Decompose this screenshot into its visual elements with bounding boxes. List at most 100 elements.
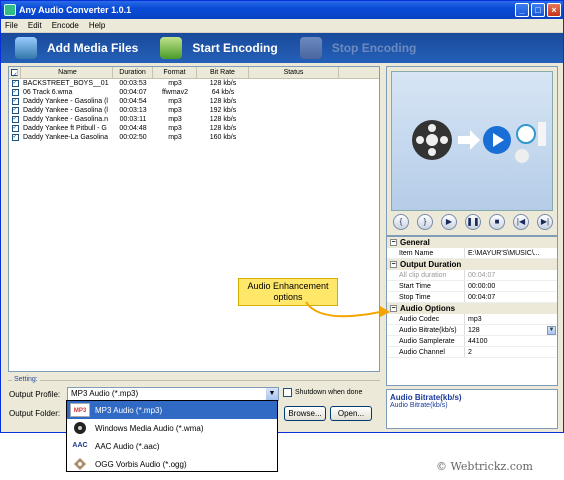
table-row[interactable]: ✓ Daddy Yankee - Gasolina (l 00:04:54 mp3 12… bbox=[9, 97, 379, 106]
aac-icon: AAC bbox=[72, 442, 88, 449]
profile-option-mp3[interactable]: MP3 MP3 Audio (*.mp3) bbox=[67, 401, 277, 419]
prop-bitrate-cell[interactable]: 128 ▼ bbox=[465, 325, 557, 335]
prop-audio-bitrate[interactable]: Audio Bitrate(kb/s) 128 ▼ bbox=[387, 325, 557, 336]
maximize-button[interactable]: □ bbox=[531, 3, 545, 17]
arrow-icon bbox=[458, 130, 480, 150]
section-general[interactable]: − General bbox=[387, 237, 557, 248]
menu-edit[interactable]: Edit bbox=[28, 21, 42, 30]
prop-codec-value[interactable]: mp3 bbox=[465, 314, 557, 324]
header-status[interactable]: Status bbox=[249, 67, 339, 78]
row-checkbox[interactable]: ✓ bbox=[9, 88, 21, 97]
table-row[interactable]: ✓ Daddy Yankee - Gasolina.n 00:03:11 mp3 128… bbox=[9, 115, 379, 124]
header-format[interactable]: Format bbox=[153, 67, 197, 78]
cell-format: mp3 bbox=[168, 125, 182, 132]
cell-status bbox=[249, 124, 339, 133]
prop-audio-channel[interactable]: Audio Channel 2 bbox=[387, 347, 557, 358]
table-row[interactable]: ✓ Daddy Yankee - Gasolina (l 00:03:13 mp3 19… bbox=[9, 106, 379, 115]
prop-audio-codec[interactable]: Audio Codec mp3 bbox=[387, 314, 557, 325]
title-bar: Any Audio Converter 1.0.1 _ □ × bbox=[1, 1, 563, 19]
select-all-checkbox[interactable]: ✓ bbox=[11, 69, 18, 79]
row-checkbox-box[interactable]: ✓ bbox=[11, 107, 19, 114]
cell-duration: 00:04:07 bbox=[119, 89, 147, 96]
pause-button[interactable]: ❚❚ bbox=[465, 214, 481, 230]
select-all-column[interactable]: ✓ bbox=[9, 67, 21, 79]
prop-codec-label: Audio Codec bbox=[387, 314, 465, 324]
header-bitrate[interactable]: Bit Rate bbox=[197, 67, 249, 78]
description-title: Audio Bitrate(kb/s) bbox=[390, 393, 462, 402]
browse-button[interactable]: Browse... bbox=[284, 406, 326, 421]
prop-stop-value[interactable]: 00:04:07 bbox=[465, 292, 557, 302]
cell-format: mp3 bbox=[168, 134, 182, 141]
section-output-duration[interactable]: − Output Duration bbox=[387, 259, 557, 270]
prop-start-value[interactable]: 00:00:00 bbox=[465, 281, 557, 291]
menu-encode[interactable]: Encode bbox=[52, 21, 79, 30]
prop-samplerate-value[interactable]: 44100 bbox=[465, 336, 557, 346]
row-checkbox-box[interactable]: ✓ bbox=[11, 80, 19, 87]
cell-name: Daddy Yankee ft Pitbull - G bbox=[23, 125, 107, 132]
menu-help[interactable]: Help bbox=[89, 21, 105, 30]
row-checkbox-box[interactable]: ✓ bbox=[11, 116, 19, 123]
row-checkbox[interactable]: ✓ bbox=[9, 106, 21, 115]
collapse-icon[interactable]: − bbox=[390, 261, 397, 268]
row-checkbox-box[interactable]: ✓ bbox=[11, 134, 19, 141]
row-checkbox[interactable]: ✓ bbox=[9, 79, 21, 88]
stop-encoding-button[interactable]: Stop Encoding bbox=[299, 37, 416, 59]
stop-button[interactable]: ■ bbox=[489, 214, 505, 230]
shutdown-checkbox-box[interactable] bbox=[283, 388, 292, 397]
prop-item-name-label: Item Name bbox=[387, 248, 465, 258]
prop-audio-samplerate[interactable]: Audio Samplerate 44100 bbox=[387, 336, 557, 347]
table-row[interactable]: ✓ BACKSTREET_BOYS__01 00:03:53 mp3 128 kb/s bbox=[9, 79, 379, 88]
profile-option-label: AAC Audio (*.aac) bbox=[95, 441, 160, 451]
cell-status bbox=[249, 115, 339, 124]
table-row[interactable]: ✓ Daddy Yankee ft Pitbull - G 00:04:48 mp3 1… bbox=[9, 124, 379, 133]
minimize-button[interactable]: _ bbox=[515, 3, 529, 17]
play-button[interactable]: ▶ bbox=[441, 214, 457, 230]
cell-name: Daddy Yankee - Gasolina.n bbox=[23, 116, 108, 123]
cell-duration: 00:04:54 bbox=[119, 98, 147, 105]
output-profile-dropdown: MP3 MP3 Audio (*.mp3) Windows Media Audi… bbox=[66, 400, 278, 472]
prop-item-name[interactable]: Item Name E:\MAYUR'S\MUSIC\... bbox=[387, 248, 557, 259]
mark-in-button[interactable]: { bbox=[393, 214, 409, 230]
start-encoding-button[interactable]: Start Encoding bbox=[160, 37, 278, 59]
header-name[interactable]: Name bbox=[21, 67, 113, 78]
preview-screen bbox=[391, 71, 553, 211]
prop-stop-time[interactable]: Stop Time 00:04:07 bbox=[387, 292, 557, 303]
close-button[interactable]: × bbox=[547, 3, 561, 17]
music-note-icon bbox=[15, 37, 37, 59]
row-checkbox[interactable]: ✓ bbox=[9, 124, 21, 133]
collapse-icon[interactable]: − bbox=[390, 239, 397, 246]
mark-out-button[interactable]: } bbox=[417, 214, 433, 230]
open-button[interactable]: Open... bbox=[330, 406, 372, 421]
row-checkbox-box[interactable]: ✓ bbox=[11, 98, 19, 105]
cell-format: ffwmav2 bbox=[162, 89, 188, 96]
quicktime-icon bbox=[516, 124, 536, 144]
section-output-duration-title: Output Duration bbox=[400, 260, 462, 269]
chevron-down-icon[interactable]: ▼ bbox=[266, 388, 278, 400]
profile-option-ogg[interactable]: OGG Vorbis Audio (*.ogg) bbox=[67, 455, 277, 473]
header-duration[interactable]: Duration bbox=[113, 67, 153, 78]
section-audio-options[interactable]: − Audio Options bbox=[387, 303, 557, 314]
row-checkbox[interactable]: ✓ bbox=[9, 133, 21, 142]
watermark: © Webtrickz.com bbox=[436, 460, 533, 473]
output-profile-select[interactable]: MP3 Audio (*.mp3) ▼ bbox=[67, 387, 279, 401]
menu-file[interactable]: File bbox=[5, 21, 18, 30]
shutdown-checkbox[interactable]: Shutdown when done bbox=[283, 388, 362, 397]
cell-name: Daddy Yankee - Gasolina (l bbox=[23, 107, 108, 114]
row-checkbox-box[interactable]: ✓ bbox=[11, 125, 19, 132]
profile-option-aac[interactable]: AAC AAC Audio (*.aac) bbox=[67, 437, 277, 455]
table-row[interactable]: ✓ 06 Track 6.wma 00:04:07 ffwmav2 64 kb/s bbox=[9, 88, 379, 97]
profile-option-wma[interactable]: Windows Media Audio (*.wma) bbox=[67, 419, 277, 437]
previous-button[interactable]: |◀ bbox=[513, 214, 529, 230]
row-checkbox-box[interactable]: ✓ bbox=[11, 89, 19, 96]
row-checkbox[interactable]: ✓ bbox=[9, 115, 21, 124]
cell-bitrate: 128 kb/s bbox=[209, 80, 237, 87]
next-button[interactable]: ▶| bbox=[537, 214, 553, 230]
prop-channel-value[interactable]: 2 bbox=[465, 347, 557, 357]
prop-start-time[interactable]: Start Time 00:00:00 bbox=[387, 281, 557, 292]
add-media-button[interactable]: Add Media Files bbox=[15, 37, 138, 59]
stop-icon bbox=[299, 37, 322, 59]
chevron-down-icon[interactable]: ▼ bbox=[547, 326, 556, 335]
table-row[interactable]: ✓ Daddy Yankee-La Gasolina 00:02:50 mp3 160 … bbox=[9, 133, 379, 142]
row-checkbox[interactable]: ✓ bbox=[9, 97, 21, 106]
cell-name: 06 Track 6.wma bbox=[23, 89, 73, 96]
